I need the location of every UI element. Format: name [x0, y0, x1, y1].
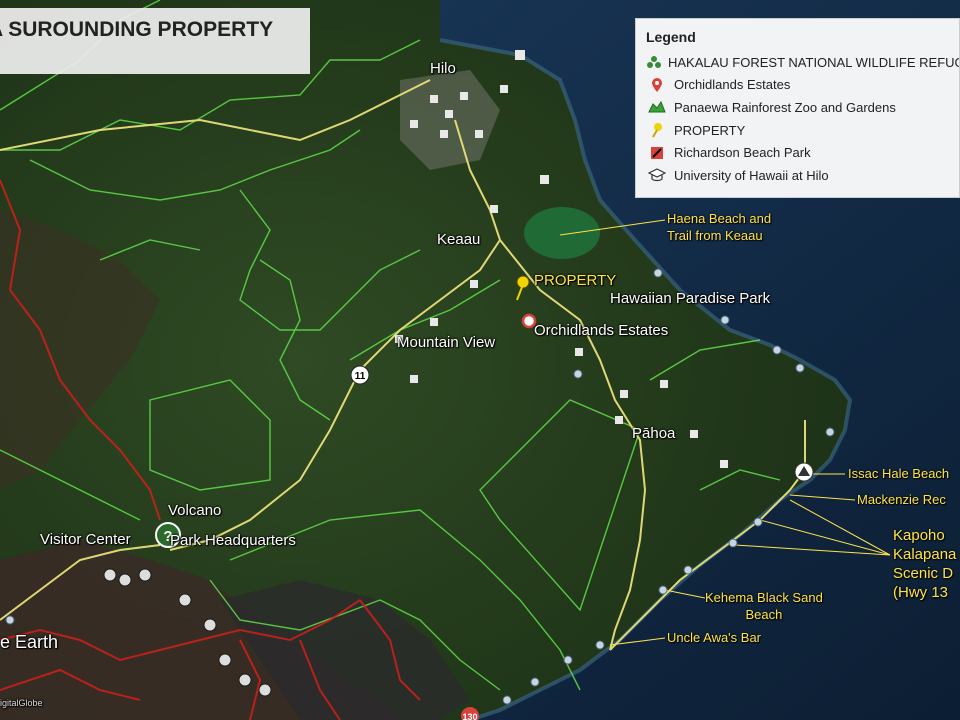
annotation-kehema-line2: Beach	[745, 607, 783, 622]
place-label-volcano[interactable]: Volcano	[168, 502, 221, 519]
annotation-kapoho-line2: Kalapana	[893, 546, 957, 563]
legend-label-panaewa: Panaewa Rainforest Zoo and Gardens	[674, 99, 896, 115]
legend-item-orchidlands[interactable]: Orchidlands Estates	[646, 74, 959, 97]
map-title: A SUROUNDING PROPERTY	[0, 18, 274, 41]
legend-label-richardson: Richardson Beach Park	[674, 145, 811, 161]
graduation-cap-icon	[646, 168, 668, 182]
place-label-hilo[interactable]: Hilo	[430, 60, 456, 77]
recycle-cluster-icon	[646, 55, 662, 69]
annotation-haena-line2: Trail from Keaau	[667, 228, 763, 243]
place-label-orchidlands[interactable]: Orchidlands Estates	[534, 322, 668, 339]
legend-item-panaewa[interactable]: Panaewa Rainforest Zoo and Gardens	[646, 96, 959, 119]
beach-flag-icon	[646, 146, 668, 160]
place-label-keaau[interactable]: Keaau	[437, 231, 480, 248]
annotation-kehema[interactable]: Kehema Black Sand Beach	[705, 589, 823, 623]
hwy11-shield: 11	[350, 365, 370, 385]
beach-icon	[794, 462, 814, 482]
annotation-mackenzie[interactable]: Mackenzie Rec	[857, 492, 946, 507]
annotation-kehema-line1: Kehema Black Sand	[705, 590, 823, 605]
hwy11-label: 11	[355, 371, 366, 382]
annotation-kapoho-line3: Scenic D	[893, 565, 954, 582]
legend-label-uh-hilo: University of Hawaii at Hilo	[674, 167, 829, 183]
haena-beach-area	[524, 207, 600, 259]
place-label-visitor-center[interactable]: Visitor Center	[40, 531, 131, 548]
annotation-haena-line1: Haena Beach and	[667, 211, 772, 226]
legend-item-uh-hilo[interactable]: University of Hawaii at Hilo	[646, 164, 959, 187]
google-earth-watermark: e Earth	[0, 632, 59, 652]
map-pin-icon	[646, 77, 668, 93]
place-label-property[interactable]: PROPERTY	[534, 272, 616, 289]
pushpin-icon	[646, 122, 668, 138]
annotation-issac-hale[interactable]: Issac Hale Beach	[848, 466, 949, 481]
annotation-kapoho-line1: Kapoho	[893, 527, 945, 544]
annotation-kapoho-line4: (Hwy 13	[893, 584, 949, 601]
annotation-haena[interactable]: Haena Beach and Trail from Keaau	[667, 210, 771, 244]
legend-title: Legend	[646, 29, 696, 45]
legend-label-property: PROPERTY	[674, 122, 746, 138]
place-label-hawaiian-paradise-park[interactable]: Hawaiian Paradise Park	[610, 290, 770, 307]
legend-item-richardson[interactable]: Richardson Beach Park	[646, 141, 959, 164]
place-label-park-headquarters[interactable]: Park Headquarters	[170, 532, 296, 549]
map-title-box: A SUROUNDING PROPERTY	[0, 8, 310, 74]
legend-label-hakalau: HAKALAU FOREST NATIONAL WILDLIFE REFUGE	[668, 54, 960, 70]
place-label-pahoa[interactable]: Pāhoa	[632, 425, 675, 442]
annotation-kapoho[interactable]: Kapoho Kalapana Scenic D (Hwy 13	[893, 526, 956, 602]
zoo-icon	[646, 100, 668, 114]
legend-label-orchidlands: Orchidlands Estates	[674, 77, 791, 93]
hwy130-label: 130	[462, 712, 477, 720]
legend-item-property[interactable]: PROPERTY	[646, 119, 959, 142]
legend-item-hakalau[interactable]: HAKALAU FOREST NATIONAL WILDLIFE REFUGE	[646, 51, 959, 74]
place-label-mountain-view[interactable]: Mountain View	[397, 334, 495, 351]
legend-panel: Legend HAKALAU FOREST NATIONAL WILDLIFE …	[635, 18, 960, 198]
attribution: igitalGlobe	[0, 698, 43, 708]
annotation-uncle-awa[interactable]: Uncle Awa's Bar	[667, 630, 761, 645]
